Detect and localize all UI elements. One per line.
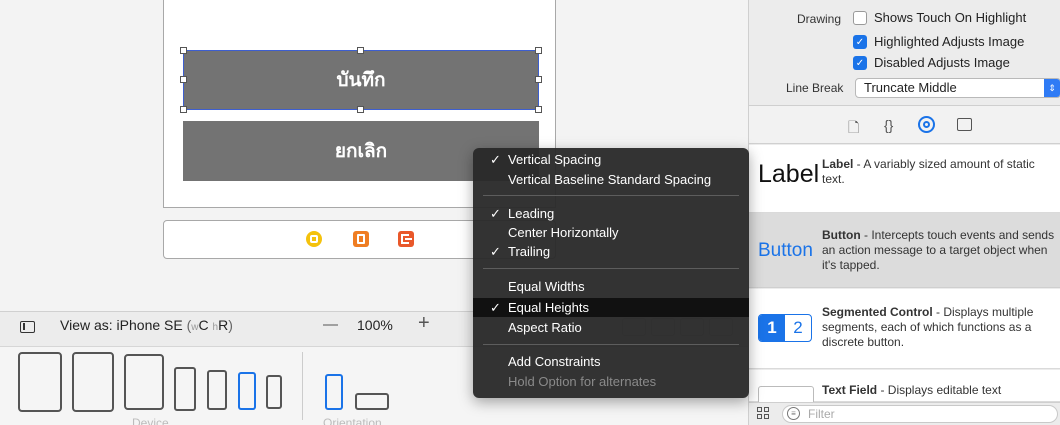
filter-input[interactable]: ≡ Filter (782, 405, 1058, 423)
orientation-landscape[interactable] (355, 393, 389, 410)
disabled-adjusts-checkbox[interactable]: ✓ (853, 56, 867, 70)
zoom-in-button[interactable]: + (418, 312, 430, 335)
label-preview: Label (758, 160, 820, 188)
highlighted-adjusts-label: Highlighted Adjusts Image (874, 34, 1025, 49)
resize-handle-top-right[interactable] (535, 47, 542, 54)
menu-item-equal-heights[interactable]: ✓ Equal Heights (473, 298, 749, 317)
device-iphone-4s[interactable] (266, 375, 282, 409)
zoom-out-button[interactable]: — (323, 316, 338, 333)
device-ipad-pro-12[interactable] (18, 352, 62, 412)
resize-handle-bottom-left[interactable] (180, 106, 187, 113)
menu-item-equal-widths[interactable]: Equal Widths (473, 277, 749, 296)
view-controller-icon[interactable] (306, 231, 322, 247)
highlighted-adjusts-checkbox[interactable]: ✓ (853, 35, 867, 49)
device-iphone-se[interactable] (238, 372, 256, 410)
drawing-label: Drawing (797, 12, 842, 26)
menu-item-hold-option-hint: Hold Option for alternates (508, 374, 657, 389)
label-description: Label - A variably sized amount of stati… (822, 157, 1035, 186)
device-ipad[interactable] (124, 354, 164, 410)
code-snippet-icon[interactable]: {} (884, 117, 893, 133)
button-description: Button - Intercepts touch events and sen… (822, 228, 1055, 272)
zoom-level: 100% (357, 317, 393, 333)
shows-touch-checkbox[interactable] (853, 11, 867, 25)
library-tab-bar (749, 106, 1060, 144)
device-iphone-plus[interactable] (174, 367, 196, 411)
device-divider (302, 352, 303, 420)
device-iphone[interactable] (207, 370, 227, 410)
button-preview: Button (758, 240, 813, 261)
file-template-icon[interactable]: 🗋 (848, 117, 859, 141)
menu-separator (483, 195, 739, 196)
device-label: Device (132, 416, 169, 425)
cancel-button-label: ยกเลิก (334, 141, 388, 162)
menu-item-aspect-ratio[interactable]: Aspect Ratio (473, 318, 749, 337)
resize-handle-top-left[interactable] (180, 47, 187, 54)
orientation-label: Orientation (323, 416, 382, 425)
menu-item-leading[interactable]: ✓ Leading (473, 204, 749, 223)
first-responder-icon[interactable] (353, 231, 369, 247)
menu-item-add-constraints[interactable]: Add Constraints (473, 352, 749, 371)
resize-handle-top[interactable] (357, 47, 364, 54)
view-as-label[interactable]: View as: iPhone SE (wC hR) (60, 317, 233, 333)
text-field-description: Text Field - Displays editable text (822, 383, 1002, 397)
resize-handle-left[interactable] (180, 76, 187, 83)
resize-handle-bottom[interactable] (357, 106, 364, 113)
filter-icon: ≡ (787, 407, 800, 420)
menu-item-center-horizontally[interactable]: Center Horizontally (473, 223, 749, 242)
chevron-up-down-icon: ⇕ (1044, 79, 1060, 97)
segmented-control-preview: 1 2 (758, 314, 812, 342)
menu-separator (483, 268, 739, 269)
menu-item-trailing[interactable]: ✓ Trailing (473, 242, 749, 261)
line-break-label: Line Break (786, 81, 844, 95)
device-ipad-pro-10[interactable] (72, 352, 114, 412)
resize-handle-bottom-right[interactable] (535, 106, 542, 113)
menu-item-vertical-baseline-spacing[interactable]: Vertical Baseline Standard Spacing (473, 170, 749, 189)
object-library-icon[interactable] (918, 116, 935, 133)
disabled-adjusts-label: Disabled Adjusts Image (874, 55, 1010, 70)
exit-icon[interactable] (398, 231, 414, 247)
line-break-value: Truncate Middle (864, 80, 957, 95)
segmented-control-description: Segmented Control - Displays multiple se… (822, 305, 1034, 349)
selection-frame (183, 50, 539, 110)
shows-touch-label: Shows Touch On Highlight (874, 10, 1027, 25)
orientation-portrait[interactable] (325, 374, 343, 410)
menu-separator (483, 344, 739, 345)
resize-handle-right[interactable] (535, 76, 542, 83)
media-library-icon[interactable] (957, 118, 972, 131)
sidebar-toggle-icon[interactable] (20, 321, 35, 333)
grid-view-icon[interactable] (757, 407, 770, 420)
filter-placeholder: Filter (808, 407, 835, 421)
line-break-popup[interactable]: Truncate Middle ⇕ (855, 78, 1060, 98)
constraint-context-menu: ✓ Vertical Spacing Vertical Baseline Stan… (473, 148, 749, 398)
menu-item-vertical-spacing[interactable]: ✓ Vertical Spacing (473, 150, 749, 169)
